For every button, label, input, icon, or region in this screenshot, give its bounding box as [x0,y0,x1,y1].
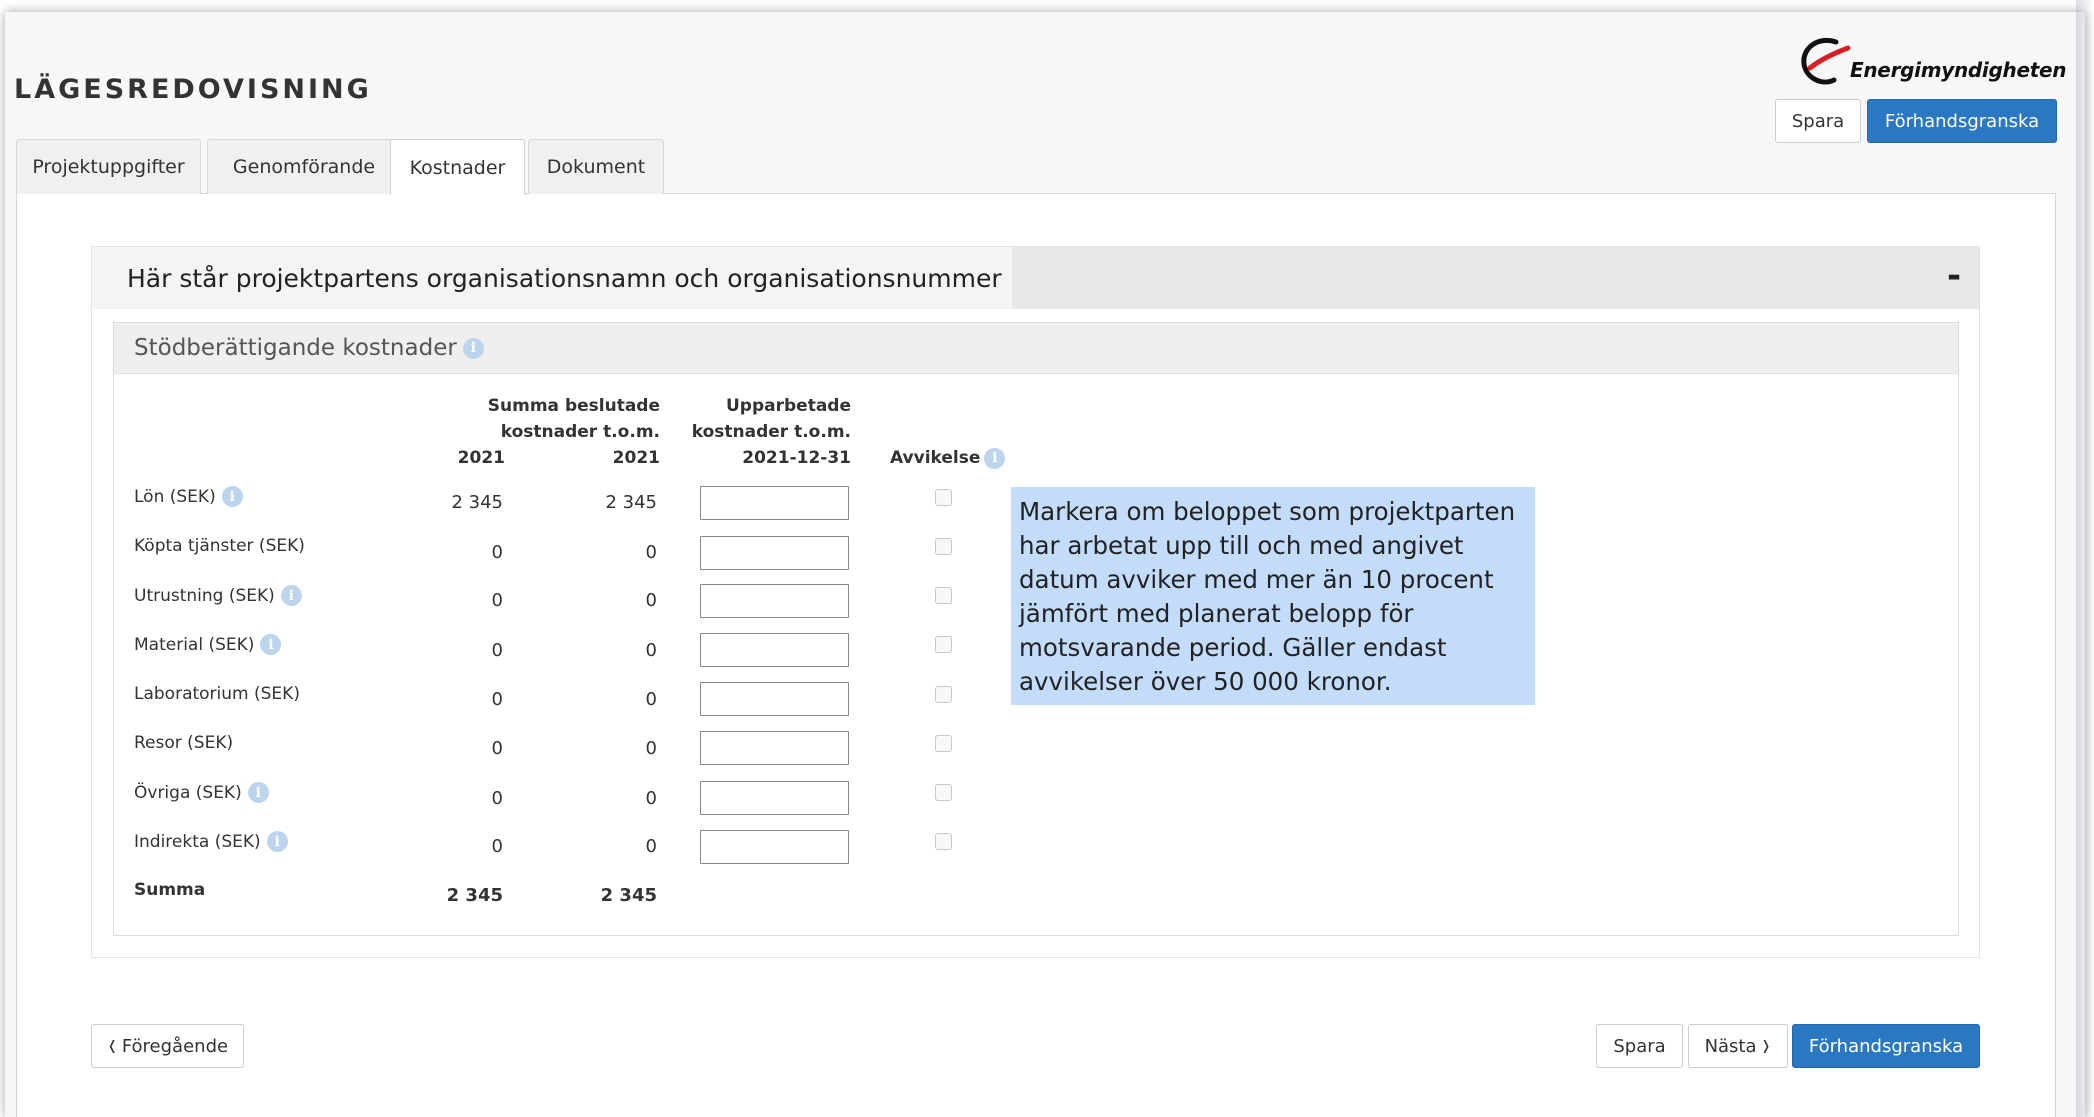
organisation-title: Här står projektpartens organisationsnam… [92,247,1012,309]
previous-label: Föregående [121,1035,229,1057]
table-cell-decided: 0 [645,590,657,611]
column-header-worked-line3: 2021-12-31 [742,448,851,468]
table-cell-year: 0 [491,590,503,611]
next-label: Nästa [1704,1035,1757,1057]
worked-cost-input[interactable] [700,830,849,864]
worked-cost-input[interactable] [700,731,849,765]
energimyndigheten-logo: Energimyndigheten [1796,34,2066,90]
table-cell-decided: 2 345 [605,492,657,513]
table-cell-year: 0 [491,542,503,563]
info-icon[interactable]: i [984,447,1006,469]
page-shadow [2076,0,2094,1117]
info-icon[interactable]: i [260,634,282,655]
column-header-decided: Summa beslutade kostnader t.o.m. 2021 [440,393,660,471]
worked-cost-input[interactable] [700,486,849,520]
info-icon[interactable]: i [280,585,302,606]
tab-dokument[interactable]: Dokument [528,139,664,194]
tab-projektuppgifter[interactable]: Projektuppgifter [16,139,201,194]
table-row-label: Utrustning (SEK) i [134,585,302,606]
column-header-decided-line1: Summa beslutade [487,396,660,416]
table-row-label: Köpta tjänster (SEK) [134,536,305,556]
preview-button-top[interactable]: Förhandsgranska [1867,99,2057,143]
save-button-bottom[interactable]: Spara [1596,1024,1683,1068]
table-cell-decided: 0 [645,738,657,759]
table-cell-year: 0 [491,738,503,759]
chevron-left-icon: ❬ [106,1038,118,1054]
table-row-label: Övriga (SEK) i [134,782,269,803]
cost-panel-header: Stödberättigande kostnader i [114,323,1958,374]
table-row-label: Lön (SEK) i [134,486,243,507]
sum-year: 2 345 [446,885,503,906]
cost-panel-title: Stödberättigande kostnader [134,335,457,361]
deviation-checkbox[interactable] [935,784,952,801]
tab-genomforande[interactable]: Genomförande [207,139,401,194]
column-header-worked: Upparbetade kostnader t.o.m. 2021-12-31 [640,393,851,471]
save-button-top[interactable]: Spara [1775,99,1861,143]
info-icon[interactable]: i [221,486,243,507]
deviation-checkbox[interactable] [935,538,952,555]
worked-cost-input[interactable] [700,584,849,618]
worked-cost-input[interactable] [700,781,849,815]
table-cell-decided: 0 [645,542,657,563]
table-cell-year: 0 [491,640,503,661]
column-header-worked-line2: kostnader t.o.m. [691,422,851,442]
collapse-button[interactable]: - [1942,259,1966,293]
table-cell-decided: 0 [645,836,657,857]
deviation-checkbox[interactable] [935,587,952,604]
sum-label: Summa [134,880,206,900]
deviation-checkbox[interactable] [935,489,952,506]
deviation-checkbox[interactable] [935,686,952,703]
logo-text: Energimyndigheten [1850,58,2067,82]
table-cell-decided: 0 [645,788,657,809]
info-icon[interactable]: i [462,337,484,359]
table-cell-year: 0 [491,788,503,809]
column-header-worked-line1: Upparbetade [726,396,851,416]
tab-kostnader[interactable]: Kostnader [390,139,525,195]
previous-button[interactable]: ❬ Föregående [91,1024,244,1068]
info-icon[interactable]: i [247,782,269,803]
table-row-label: Indirekta (SEK) i [134,831,288,852]
info-icon[interactable]: i [266,831,288,852]
table-cell-year: 2 345 [451,492,503,513]
table-cell-decided: 0 [645,689,657,710]
deviation-checkbox[interactable] [935,636,952,653]
page-title: LÄGESREDOVISNING [14,74,372,105]
worked-cost-input[interactable] [700,633,849,667]
table-row-label: Laboratorium (SEK) [134,684,300,704]
deviation-checkbox[interactable] [935,735,952,752]
sum-decided: 2 345 [600,885,657,906]
deviation-label: Avvikelse [890,448,981,468]
deviation-tooltip: Markera om beloppet som projektparten ha… [1011,487,1535,705]
column-header-deviation: Avvikelse i [890,445,1010,471]
preview-button-bottom[interactable]: Förhandsgranska [1792,1024,1980,1068]
table-row-label: Material (SEK) i [134,634,282,655]
next-button[interactable]: Nästa ❭ [1688,1024,1788,1068]
chevron-right-icon: ❭ [1760,1038,1772,1054]
worked-cost-input[interactable] [700,536,849,570]
column-header-decided-line3: 2021 [612,448,660,468]
table-cell-year: 0 [491,689,503,710]
column-header-decided-line2: kostnader t.o.m. [500,422,660,442]
worked-cost-input[interactable] [700,682,849,716]
deviation-checkbox[interactable] [935,833,952,850]
table-cell-decided: 0 [645,640,657,661]
table-row-label: Resor (SEK) [134,733,234,753]
logo-swoosh-icon [1801,38,1851,85]
organisation-panel-header: Här står projektpartens organisationsnam… [92,247,1979,309]
table-cell-year: 0 [491,836,503,857]
